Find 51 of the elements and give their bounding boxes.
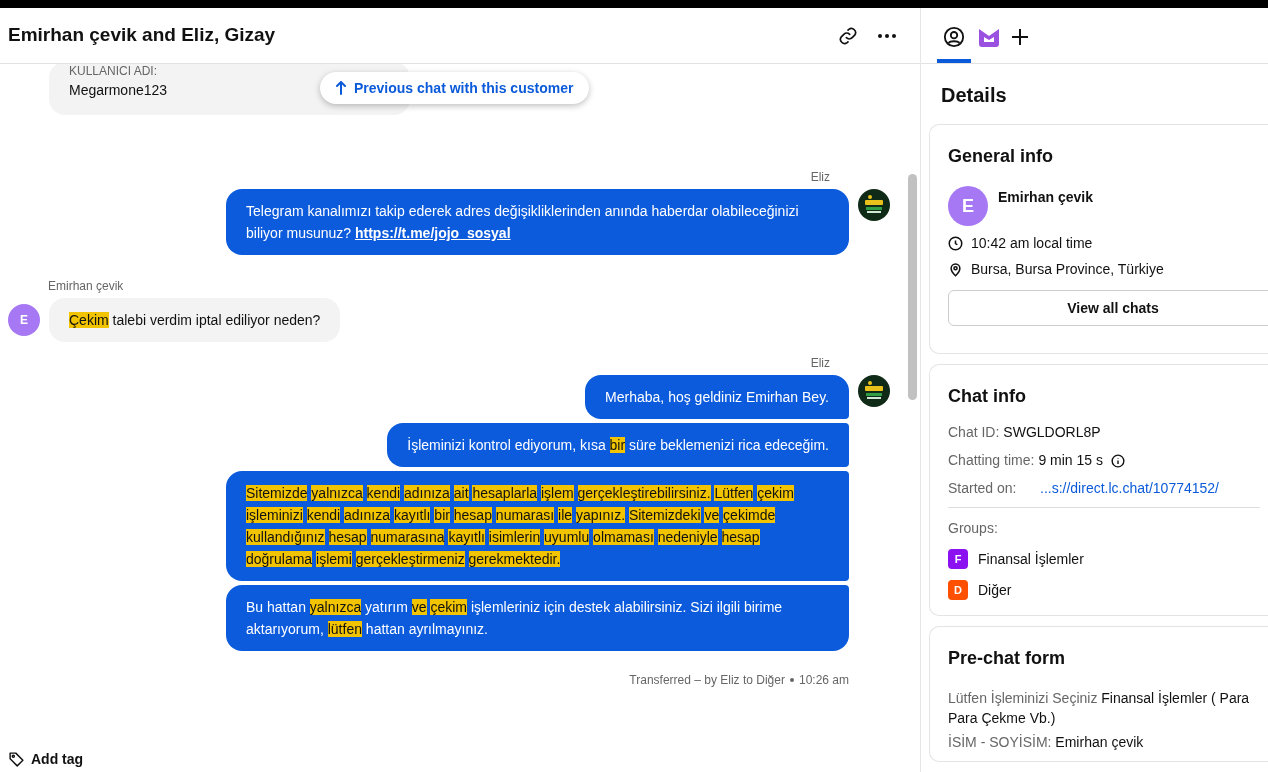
customer-name: Emirhan çevik bbox=[998, 188, 1093, 207]
card-title: Chat info bbox=[948, 384, 1026, 408]
group-badge: D bbox=[948, 580, 968, 601]
page-link[interactable]: ...s://direct.lc.chat/10774152/ bbox=[1040, 478, 1219, 500]
group-name: Diğer bbox=[978, 580, 1012, 600]
form-entry: İSİM - SOYİSİM: Emirhan çevik bbox=[948, 733, 1145, 753]
panel-title: Details bbox=[941, 83, 1007, 108]
more-icon[interactable] bbox=[878, 33, 896, 38]
tag-icon bbox=[8, 750, 25, 768]
group-name: Finansal İşlemler bbox=[978, 549, 1084, 569]
chat-title: Emirhan çevik and Eliz, Gizay bbox=[8, 23, 277, 48]
card-title: General info bbox=[948, 145, 1054, 168]
location: Bursa, Bursa Province, Türkiye bbox=[971, 259, 1164, 279]
link-icon[interactable] bbox=[838, 25, 858, 46]
arrow-up-icon bbox=[336, 81, 346, 95]
author-name: Eliz bbox=[810, 355, 830, 372]
field-label: Chatting time: bbox=[948, 451, 1035, 471]
info-icon[interactable] bbox=[1110, 453, 1125, 468]
scrollbar-thumb[interactable] bbox=[908, 174, 917, 400]
message-text: Çekim talebi verdim iptal ediliyor neden? bbox=[69, 311, 321, 330]
event-text: Transferred – by Eliz to Diğer bbox=[629, 672, 785, 689]
field-value: 9 min 15 s bbox=[1038, 451, 1103, 471]
field-label: Started on: bbox=[948, 479, 1018, 499]
author-name: Emirhan çevik bbox=[48, 278, 124, 295]
customer-avatar: E bbox=[8, 304, 40, 336]
field-value: Megarmone123 bbox=[69, 81, 168, 100]
local-time: 10:42 am local time bbox=[971, 233, 1093, 253]
previous-chat-button[interactable]: Previous chat with this customer bbox=[320, 72, 590, 104]
app-logo-icon bbox=[977, 26, 1001, 48]
customer-avatar: E bbox=[948, 186, 988, 226]
group-badge: F bbox=[948, 549, 968, 570]
message-text: Merhaba, hoş geldiniz Emirhan Bey. bbox=[605, 388, 829, 407]
agent-avatar bbox=[858, 375, 890, 407]
person-icon bbox=[943, 26, 965, 48]
event-time: 10:26 am bbox=[798, 672, 849, 689]
field-label: KULLANICI ADI: bbox=[69, 64, 158, 78]
view-all-chats-button[interactable]: View all chats bbox=[948, 290, 1268, 326]
message-text: Telegram kanalımızı takip ederek adres değişikliklerinden anında haberdar olabileceğinizi biliyor musunuz? https://t.me/jojo_sosyal bbox=[246, 202, 800, 243]
form-entry: Lütfen İşleminizi Seçiniz Finansal İşlemler ( Para Para Çekme Vb.) bbox=[948, 689, 1251, 729]
agent-avatar bbox=[858, 189, 890, 221]
field-label: Groups: bbox=[948, 518, 998, 538]
card-title: Pre-chat form bbox=[948, 647, 1066, 671]
clock-icon bbox=[948, 235, 963, 251]
add-icon bbox=[1011, 28, 1029, 46]
location-pin-icon bbox=[948, 261, 963, 277]
field-value: SWGLDORL8P bbox=[1003, 423, 1101, 443]
add-tag-button[interactable]: Add tag bbox=[8, 748, 84, 770]
field-label: Chat ID: bbox=[948, 423, 1000, 443]
message-text: İşleminizi kontrol ediyorum, kısa bir süre beklemenizi rica edeceğim. bbox=[407, 436, 829, 455]
message-link[interactable]: https://t.me/jojo_sosyal bbox=[354, 225, 511, 241]
author-name: Eliz bbox=[810, 169, 830, 186]
